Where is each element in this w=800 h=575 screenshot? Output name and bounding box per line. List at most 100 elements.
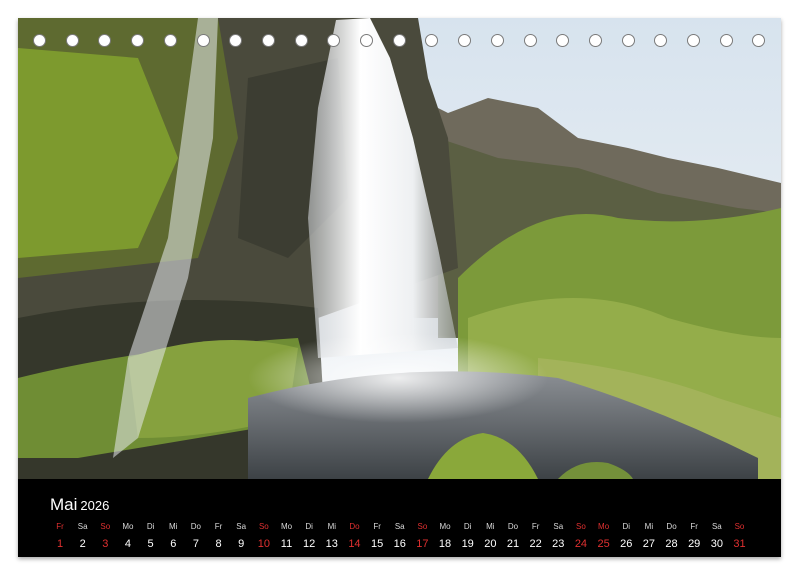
- binding-hole: [131, 34, 145, 47]
- binding-hole: [588, 34, 602, 47]
- weekday-label: Fr: [373, 522, 381, 531]
- weekday-label: So: [417, 522, 428, 531]
- day-cell: Sa 30: [706, 522, 728, 552]
- day-number: 6: [170, 538, 177, 550]
- day-cell: So 3: [94, 522, 116, 552]
- weekday-label: Mo: [122, 522, 134, 531]
- day-number: 20: [484, 538, 497, 550]
- binding-hole: [392, 34, 406, 47]
- binding-hole: [687, 34, 700, 47]
- day-number: 30: [710, 538, 723, 550]
- weekday-label: Mo: [598, 522, 610, 531]
- day-cell: Mi 13: [321, 522, 343, 552]
- day-number: 14: [348, 538, 361, 550]
- weekday-label: Fr: [690, 522, 698, 531]
- day-cell: Mo 18: [434, 522, 456, 552]
- day-cell: Mo 4: [117, 522, 139, 552]
- day-number: 21: [506, 538, 520, 550]
- binding-hole: [719, 34, 733, 47]
- day-number: 22: [529, 538, 542, 550]
- binding-hole: [196, 34, 210, 47]
- binding-hole: [98, 34, 112, 47]
- day-number: 8: [215, 538, 222, 550]
- weekday-label: Do: [349, 522, 360, 531]
- weekday-label: Mo: [439, 522, 451, 531]
- day-cell: Sa 2: [72, 522, 94, 552]
- day-number: 17: [416, 538, 429, 550]
- day-number: 13: [325, 538, 338, 550]
- day-number: 5: [147, 538, 154, 550]
- day-row: Fr 1 Sa 2 So 3 Mo 4 Di 5 Mi 6 Do 7 Fr 8 Sa 9 So 10 Mo 11 Di 12 M…: [49, 522, 769, 554]
- weekday-label: Sa: [711, 522, 722, 531]
- day-number: 12: [303, 538, 316, 550]
- day-cell: Sa 16: [389, 522, 411, 552]
- binding-hole: [556, 34, 570, 47]
- weekday-label: Sa: [553, 522, 564, 531]
- weekday-label: Fr: [531, 522, 540, 531]
- binding-hole: [33, 34, 46, 47]
- weekday-label: Di: [146, 522, 155, 531]
- day-cell: Di 26: [615, 522, 637, 552]
- binding-hole: [490, 34, 504, 47]
- day-cell: So 24: [570, 522, 592, 552]
- weekday-label: Sa: [236, 522, 247, 531]
- weekday-label: Mi: [327, 522, 337, 531]
- weekday-label: Mi: [486, 522, 495, 531]
- day-number: 18: [438, 538, 452, 550]
- binding-hole: [294, 34, 308, 47]
- day-cell: Mo 25: [593, 522, 615, 552]
- binding-hole: [261, 34, 275, 47]
- day-number: 23: [552, 538, 565, 550]
- day-number: 9: [238, 538, 245, 550]
- binding-holes: [18, 34, 781, 50]
- day-number: 31: [733, 538, 746, 550]
- day-number: 1: [56, 538, 64, 550]
- binding-hole: [360, 34, 373, 47]
- binding-hole: [163, 34, 177, 47]
- day-number: 3: [102, 538, 109, 550]
- day-cell: Sa 9: [230, 522, 252, 552]
- weekday-label: Di: [305, 522, 313, 531]
- day-number: 19: [461, 538, 474, 550]
- day-cell: Mi 20: [479, 522, 501, 552]
- binding-hole: [327, 34, 341, 47]
- year: 2026: [80, 498, 110, 513]
- day-cell: Do 7: [185, 522, 207, 552]
- day-cell: Fr 8: [208, 522, 230, 552]
- day-cell: So 17: [411, 522, 433, 552]
- weekday-label: Sa: [77, 522, 88, 531]
- day-cell: Sa 23: [547, 522, 569, 552]
- weekday-label: So: [258, 522, 269, 531]
- day-cell: So 31: [729, 522, 751, 552]
- binding-hole: [65, 34, 79, 47]
- day-cell: Di 5: [140, 522, 162, 552]
- weekday-label: Mi: [644, 522, 654, 531]
- month-name: Mai: [50, 495, 78, 514]
- weekday-label: So: [100, 522, 111, 531]
- day-cell: Di 19: [457, 522, 479, 552]
- binding-hole: [752, 34, 766, 47]
- day-cell: Fr 22: [525, 522, 547, 552]
- day-number: 24: [574, 538, 588, 550]
- waterfall-photo: [18, 18, 781, 479]
- day-cell: Fr 1: [49, 522, 71, 552]
- day-number: 29: [688, 538, 701, 550]
- day-number: 11: [280, 538, 293, 550]
- day-cell: Di 12: [298, 522, 320, 552]
- day-cell: Do 14: [343, 522, 365, 552]
- weekday-label: Fr: [56, 522, 64, 531]
- weekday-label: Do: [507, 522, 519, 531]
- binding-hole: [425, 34, 439, 47]
- day-number: 4: [124, 538, 131, 550]
- waterfall-illustration: [18, 18, 781, 479]
- weekday-label: Di: [463, 522, 472, 531]
- day-cell: Mi 6: [162, 522, 184, 552]
- day-number: 27: [642, 538, 656, 550]
- weekday-label: Di: [622, 522, 631, 531]
- day-number: 15: [370, 538, 384, 550]
- day-cell: Fr 29: [683, 522, 705, 552]
- day-number: 10: [257, 538, 270, 550]
- binding-hole: [523, 34, 537, 47]
- weekday-label: Fr: [214, 522, 223, 531]
- weekday-label: Sa: [394, 522, 405, 531]
